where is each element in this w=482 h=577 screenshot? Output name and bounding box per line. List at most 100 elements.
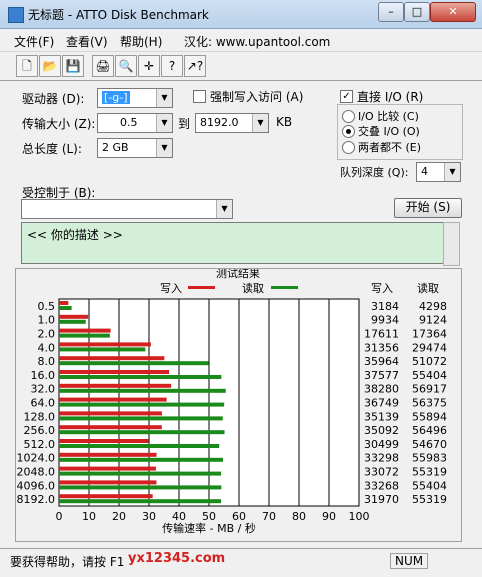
transfer-from-select[interactable]: 0.5 ▼ xyxy=(97,113,173,133)
transfer-from-value: 0.5 xyxy=(120,116,138,129)
read-value: 55319 xyxy=(412,493,447,506)
y-tick-label: 8.0 xyxy=(38,355,56,368)
read-bar xyxy=(59,457,224,462)
io-compare-radio[interactable] xyxy=(342,110,355,123)
write-value: 17611 xyxy=(364,328,399,341)
write-bar xyxy=(59,314,89,319)
kb-label: KB xyxy=(276,115,293,129)
chevron-down-icon: ▼ xyxy=(252,114,268,132)
chevron-down-icon: ▼ xyxy=(444,163,460,181)
drive-value: [-g-] xyxy=(102,91,130,104)
controlled-by-select[interactable]: ▼ xyxy=(21,199,233,219)
context-help-icon[interactable]: ↗? xyxy=(184,55,206,77)
title-bar[interactable]: 无标题 - ATTO Disk Benchmark – □ ✕ xyxy=(0,0,482,29)
write-bar xyxy=(59,439,149,443)
close-button[interactable]: ✕ xyxy=(430,2,476,22)
write-bar xyxy=(59,383,172,388)
open-folder-icon[interactable]: 📂 xyxy=(39,55,61,77)
read-value: 55319 xyxy=(412,466,447,479)
read-value: 9124 xyxy=(419,314,447,327)
direct-io-checkbox[interactable]: ✓ xyxy=(340,90,353,103)
description-scrollbar[interactable] xyxy=(443,222,460,266)
read-value: 17364 xyxy=(412,328,447,341)
move-icon[interactable]: ✛ xyxy=(138,55,160,77)
write-bar xyxy=(59,466,156,471)
menu-bar: 文件(F) 查看(V) 帮助(H) 汉化: www.upantool.com xyxy=(0,29,482,51)
total-length-value: 2 GB xyxy=(102,141,129,154)
force-write-checkbox[interactable] xyxy=(193,90,206,103)
write-bar xyxy=(59,411,162,416)
read-value: 29474 xyxy=(412,341,447,354)
x-tick-label: 70 xyxy=(262,510,276,523)
queue-depth-select[interactable]: 4 ▼ xyxy=(416,162,461,182)
chevron-down-icon: ▼ xyxy=(156,89,172,107)
y-tick-label: 0.5 xyxy=(38,300,56,313)
read-bar xyxy=(59,375,222,379)
x-tick-label: 80 xyxy=(292,510,306,523)
overlapped-io-radio[interactable] xyxy=(342,125,355,138)
neither-label: 两者都不 (E) xyxy=(358,141,422,154)
total-length-select[interactable]: 2 GB ▼ xyxy=(97,138,173,158)
num-indicator: NUM xyxy=(390,553,429,569)
read-bar xyxy=(59,430,225,435)
watermark-text: yx12345.com xyxy=(128,551,226,566)
description-field[interactable]: << 你的描述 >> xyxy=(21,222,445,264)
y-tick-label: 32.0 xyxy=(31,383,56,396)
y-tick-label: 256.0 xyxy=(24,424,56,437)
write-value: 36749 xyxy=(364,397,399,410)
read-bar xyxy=(59,347,146,352)
y-tick-label: 8192.0 xyxy=(17,493,56,506)
start-button[interactable]: 开始 (S) xyxy=(394,198,462,218)
read-bar xyxy=(59,306,72,310)
write-bar xyxy=(59,370,170,374)
queue-depth-value: 4 xyxy=(421,165,428,178)
menu-view[interactable]: 查看(V) xyxy=(66,33,108,50)
write-value: 35139 xyxy=(364,410,399,423)
write-value: 38280 xyxy=(364,383,399,396)
read-bar xyxy=(59,388,226,393)
drive-select[interactable]: [-g-] ▼ xyxy=(97,88,173,108)
write-value: 35092 xyxy=(364,424,399,437)
maximize-button[interactable]: □ xyxy=(404,2,430,22)
read-bar xyxy=(59,444,220,448)
read-bar xyxy=(59,471,222,476)
y-tick-label: 4.0 xyxy=(38,341,56,354)
save-icon[interactable]: 💾 xyxy=(62,55,84,77)
drive-label: 驱动器 (D): xyxy=(22,92,85,106)
chevron-down-icon: ▼ xyxy=(156,114,172,132)
menu-translation-info[interactable]: 汉化: www.upantool.com xyxy=(184,33,330,50)
minimize-button[interactable]: – xyxy=(378,2,404,22)
read-bar xyxy=(59,499,222,504)
y-tick-label: 512.0 xyxy=(24,438,56,451)
print-icon[interactable]: 🖨 xyxy=(92,55,114,77)
total-length-label: 总长度 (L): xyxy=(22,142,82,156)
window-title: 无标题 - ATTO Disk Benchmark xyxy=(28,8,209,22)
to-label: 到 xyxy=(178,117,191,131)
write-legend-label: 写入 xyxy=(160,282,182,295)
write-value: 33268 xyxy=(364,479,399,492)
neither-radio[interactable] xyxy=(342,141,355,154)
write-bar xyxy=(59,480,157,485)
write-bar xyxy=(59,328,111,333)
new-document-icon[interactable]: 🗋 xyxy=(16,55,38,77)
transfer-to-select[interactable]: 8192.0 ▼ xyxy=(195,113,269,133)
y-tick-label: 1.0 xyxy=(38,314,56,327)
overlapped-io-label: 交叠 I/O (O) xyxy=(358,125,420,138)
write-value: 31356 xyxy=(364,341,399,354)
write-legend-swatch xyxy=(188,286,215,289)
read-value: 55404 xyxy=(412,479,447,492)
menu-help[interactable]: 帮助(H) xyxy=(120,33,162,50)
write-column-header: 写入 xyxy=(371,282,393,295)
read-bar xyxy=(59,402,225,407)
help-icon[interactable]: ? xyxy=(161,55,183,77)
write-bar xyxy=(59,425,162,430)
write-bar xyxy=(59,356,165,361)
menu-file[interactable]: 文件(F) xyxy=(14,33,54,50)
write-bar xyxy=(59,397,167,402)
description-text: << 你的描述 >> xyxy=(27,228,123,242)
y-tick-label: 128.0 xyxy=(24,410,56,423)
chevron-down-icon: ▼ xyxy=(156,139,172,157)
x-tick-label: 20 xyxy=(112,510,126,523)
app-icon xyxy=(8,7,24,23)
print-preview-icon[interactable]: 🔍 xyxy=(115,55,137,77)
